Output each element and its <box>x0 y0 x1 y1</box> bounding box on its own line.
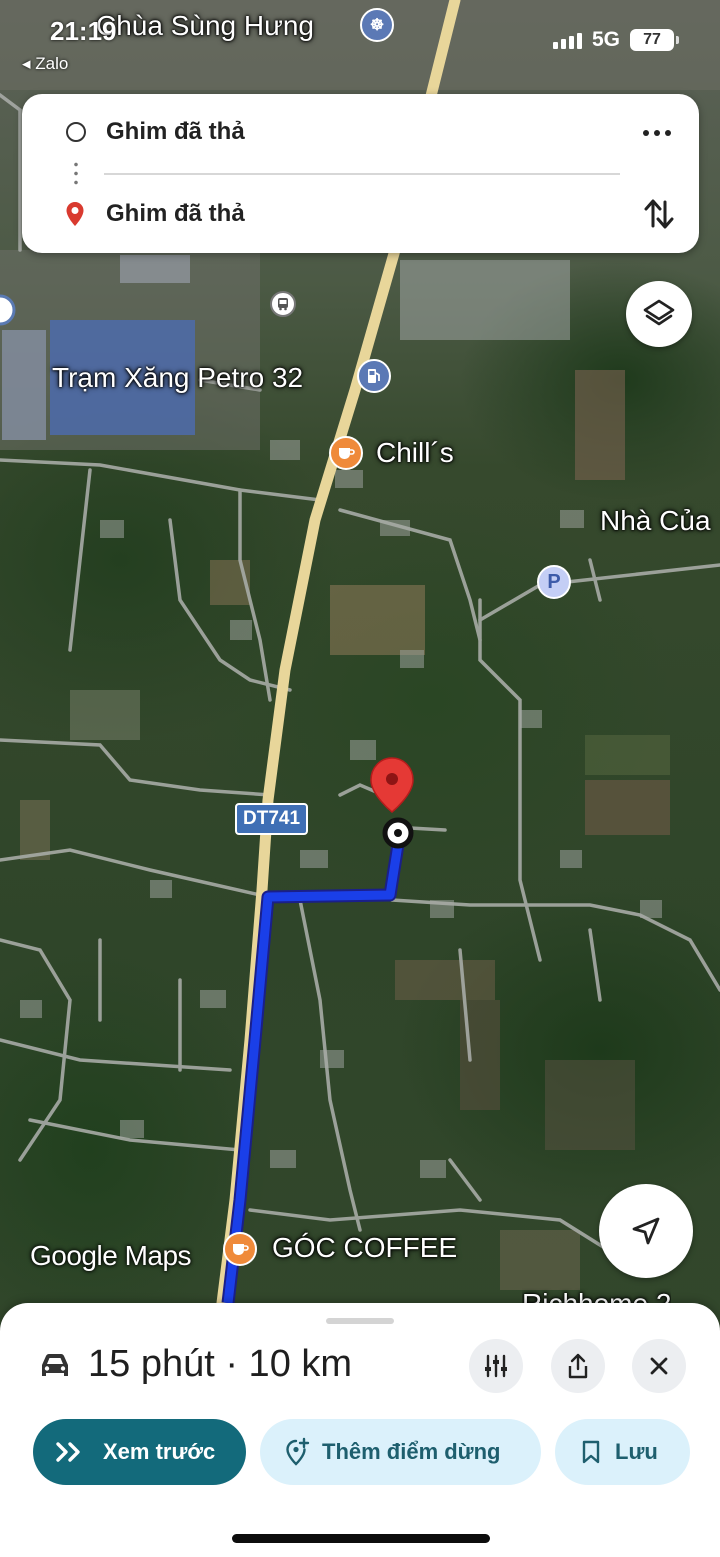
layers-icon <box>643 299 675 326</box>
signal-icon <box>552 31 582 49</box>
route-options-button[interactable] <box>469 1339 523 1393</box>
bus-stop-icon[interactable] <box>270 291 296 317</box>
save-label: Lưu <box>615 1439 658 1464</box>
save-button[interactable]: Lưu <box>555 1419 690 1485</box>
sheet-drag-handle[interactable] <box>326 1318 394 1324</box>
gas-station-icon[interactable] <box>357 359 391 393</box>
status-indicators: 5G 77 <box>552 28 679 52</box>
status-time: 21:19 <box>50 16 117 46</box>
destination-pin-icon <box>66 202 84 226</box>
home-indicator[interactable] <box>232 1534 490 1543</box>
map-label-cafe-chills[interactable]: Chill´s <box>376 437 454 469</box>
preview-label: Xem trước <box>103 1439 216 1464</box>
google-maps-attribution: Google Maps <box>30 1240 192 1271</box>
cafe-goc-icon[interactable] <box>223 1232 257 1266</box>
parking-icon[interactable]: P <box>537 565 571 599</box>
back-to-app-link[interactable]: ◂ Zalo <box>22 54 68 74</box>
double-chevron-icon <box>56 1442 80 1462</box>
tune-icon <box>485 1354 507 1378</box>
my-location-button[interactable] <box>599 1184 693 1278</box>
battery-level: 77 <box>643 31 661 48</box>
navigation-arrow-icon <box>632 1217 660 1245</box>
share-button[interactable] <box>551 1339 605 1393</box>
share-icon <box>568 1353 588 1379</box>
add-stop-label: Thêm điểm dừng <box>322 1439 501 1464</box>
road-shield-dt741: DT741 <box>235 803 309 835</box>
map-label-gas-station[interactable]: Trạm Xăng Petro 32 <box>52 362 303 394</box>
route-dots-icon <box>74 160 78 188</box>
close-icon <box>650 1357 668 1375</box>
layers-button[interactable] <box>626 281 692 347</box>
swap-directions-icon[interactable] <box>641 194 677 234</box>
preview-button[interactable]: Xem trước <box>33 1419 246 1485</box>
more-options-button[interactable] <box>639 118 675 148</box>
bookmark-icon <box>582 1440 600 1464</box>
battery-icon: 77 <box>630 29 679 51</box>
network-type: 5G <box>591 28 620 51</box>
add-location-icon <box>286 1437 310 1466</box>
destination-field[interactable]: Ghim đã thả <box>106 200 245 228</box>
origin-field[interactable]: Ghim đã thả <box>106 118 245 146</box>
map-label-pagoda[interactable]: Chùa Sùng Hưng <box>96 10 314 42</box>
map-label-cafe-goc[interactable]: GÓC COFFEE <box>272 1232 457 1264</box>
map-label-house[interactable]: Nhà Của <box>600 505 711 537</box>
route-card: Ghim đã thả Ghim đã thả <box>22 94 699 253</box>
route-divider <box>104 173 620 175</box>
origin-circle-icon <box>66 122 86 142</box>
close-button[interactable] <box>632 1339 686 1393</box>
map-label-richhome[interactable]: Richhome 2 <box>522 1288 671 1304</box>
route-summary: 15 phút · 10 km <box>88 1343 353 1385</box>
add-stop-button[interactable]: Thêm điểm dừng <box>260 1419 541 1485</box>
cafe-chills-icon[interactable] <box>329 436 363 470</box>
directions-bottom-sheet[interactable]: 15 phút · 10 km Xem trước Thêm điểm dừng… <box>0 1303 720 1557</box>
car-icon <box>42 1354 68 1376</box>
pagoda-icon[interactable]: ☸ <box>360 8 394 42</box>
